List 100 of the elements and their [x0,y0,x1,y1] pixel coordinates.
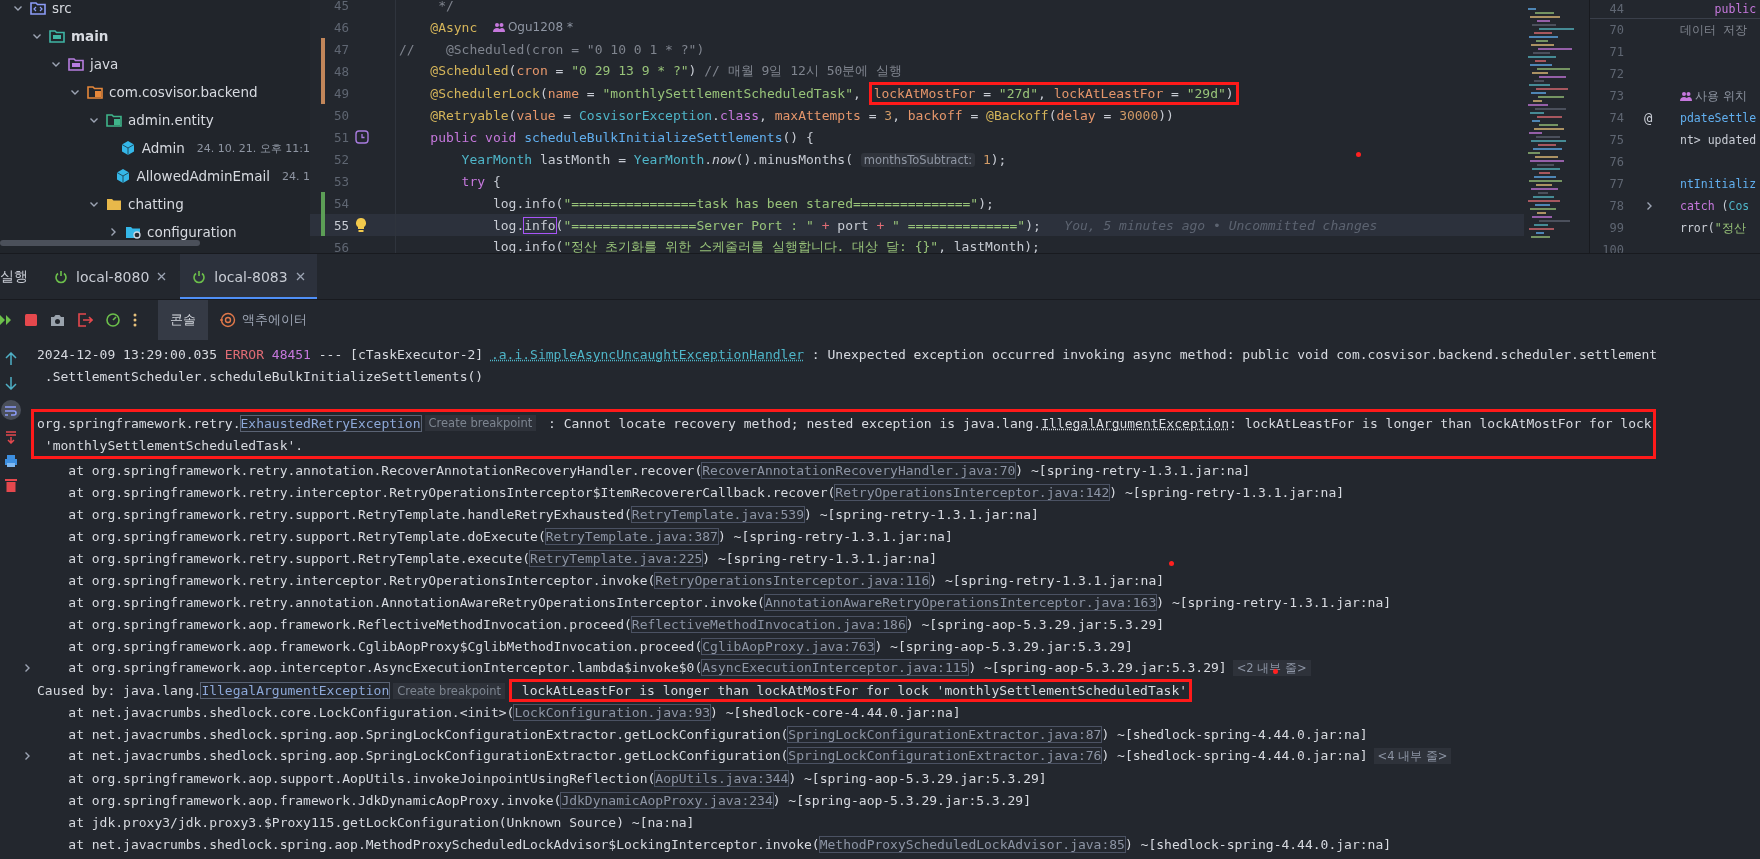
method-name: pdateSettle [1680,111,1757,125]
print-icon[interactable] [4,454,18,468]
log-text: at org.springframework.retry.annotation.RecoverAnnotationRecoveryHandler.recover( [67,462,703,478]
chevron-down-icon[interactable] [51,59,61,69]
tree-item[interactable]: Admin [141,140,185,156]
close-icon[interactable] [295,272,305,281]
file-link[interactable]: RecoverAnnotationRecoveryHandler.java:70 [702,462,1016,478]
chevron-right-icon[interactable] [22,663,32,673]
line-number: 99 [1608,221,1624,235]
tree-item[interactable]: admin.entity [128,112,214,128]
package-icon [87,85,103,99]
exit-icon[interactable] [78,313,93,327]
tree-item[interactable]: chatting [128,196,184,212]
file-link[interactable]: JdkDynamicAopProxy.java:234 [561,792,773,808]
tree-item[interactable]: main [71,28,109,44]
line-number: 45 [332,0,349,13]
code-text: , lastMonth); [938,239,1040,253]
folder-icon [49,29,65,43]
exception-link[interactable]: IllegalArgumentException [201,682,390,698]
file-link[interactable]: RetryOperationsInterceptor.java:142 [835,484,1110,500]
file-link[interactable]: SpringLockConfigurationExtractor.java:87 [788,726,1102,742]
rerun-icon[interactable] [0,315,12,325]
scroll-to-end-icon[interactable] [4,430,18,444]
annotation-text: @Scheduled [429,63,509,78]
cube-icon [119,140,136,156]
tree-item[interactable]: src [52,0,72,16]
file-link[interactable]: RetryOperationsInterceptor.java:116 [655,572,930,588]
annotation-text: @SchedulerLock [429,85,540,101]
tree-item[interactable]: java [90,56,119,72]
folded-lines-badge[interactable]: <4 내부 줄> [1373,748,1452,764]
run-tab[interactable]: local-8080 [42,254,179,299]
folded-lines-badge[interactable]: <2 내부 줄> [1232,660,1311,676]
console-tab[interactable]: 콘솔 [158,300,208,340]
close-icon[interactable] [157,272,167,281]
lightbulb-icon[interactable] [355,217,367,233]
file-link[interactable]: SpringLockConfigurationExtractor.java:76 [788,748,1102,763]
log-text: ) ~[spring-retry-1.3.1.jar:na] [717,528,953,544]
breakpoint-hint[interactable]: Create breakpoint [424,415,537,431]
file-link[interactable]: AsyncExecutionInterceptor.java:115 [702,660,969,675]
trash-icon[interactable] [5,478,17,492]
run-tab[interactable]: local-8083 [180,254,317,299]
exception-link[interactable]: ExhaustedRetryException [240,415,421,431]
code-text: ); [990,151,1007,167]
file-link[interactable]: AnnotationAwareRetryOperationsInterceptor.java:163 [764,594,1157,610]
log-text: at org.springframework.retry.support.RetryTemplate.doExecute( [67,528,546,544]
soft-wrap-icon[interactable] [1,400,21,420]
code-text: . [712,107,720,123]
file-link[interactable]: MethodProxyScheduledLockAdvisor.java:85 [819,836,1125,852]
gutter-mark[interactable]: @ [1644,110,1653,126]
clock-icon[interactable] [355,130,369,144]
type-name: YearMonth [633,151,705,167]
keyword-text: class [719,107,760,123]
file-link[interactable]: CglibAopProxy.java:763 [702,638,875,654]
log-text: ) ~[spring-aop-5.3.29.jar:5.3.29] [772,792,1031,808]
chevron-down-icon[interactable] [32,31,42,41]
file-link[interactable]: RetryTemplate.java:539 [631,506,804,522]
scrollbar[interactable] [0,240,200,246]
line-number: 54 [332,195,349,211]
chevron-down-icon[interactable] [13,3,23,13]
arrow-up-icon[interactable] [5,352,17,366]
file-link[interactable]: AopUtils.java:344 [655,770,789,786]
type-name: Cos [1728,199,1750,213]
chevron-down-icon[interactable] [70,87,80,97]
file-link[interactable]: LockConfiguration.java:93 [514,704,711,720]
code-text: ); [978,195,994,211]
annotation-text: @Async [429,19,479,35]
logger-link[interactable]: .a.i.SimpleAsyncUncaughtExceptionHandler [490,346,805,362]
chevron-down-icon[interactable] [89,115,99,125]
more-icon[interactable] [133,313,137,327]
console-tab[interactable]: 액추에이터 [208,300,319,340]
chevron-right-icon[interactable] [22,751,32,761]
gauge-icon[interactable] [106,313,120,327]
log-text: .SettlementScheduler.scheduleBulkInitializeSettlements() [43,368,484,384]
chevron-down-icon[interactable] [89,199,99,209]
tree-item[interactable]: com.cosvisor.backend [109,84,258,100]
chevron-right-icon[interactable] [1644,201,1654,211]
package-icon [106,113,122,127]
exception-name: IllegalArgumentException [1041,415,1230,431]
log-text: ) ~[spring-aop-5.3.29.jar:5.3.29] [874,638,1133,654]
code-text: rror( [1680,220,1715,235]
code-text: () { [782,129,814,145]
tree-item[interactable]: AllowedAdminEmail [136,168,270,184]
code-text: , [1038,85,1047,101]
log-text: ) ~[spring-aop-5.3.29.jar:5.3.29] [905,616,1165,632]
log-text: ) ~[shedlock-spring-4.44.0.jar:na] [1124,836,1392,852]
file-link[interactable]: RetryTemplate.java:225 [530,550,703,566]
tree-item[interactable]: configuration [147,224,237,240]
file-link[interactable]: ReflectiveMethodInvocation.java:186 [631,616,906,632]
code-text: , [759,107,768,123]
breakpoint-hint[interactable]: Create breakpoint [393,682,505,699]
arrow-down-icon[interactable] [5,376,17,390]
cube-icon [114,168,131,184]
camera-icon[interactable] [50,313,65,327]
code-text: ( [555,217,564,233]
line-number: 48 [332,63,349,79]
file-link[interactable]: RetryTemplate.java:387 [545,528,718,544]
log-text: ) ~[shedlock-core-4.44.0.jar:na] [710,704,961,720]
chevron-right-icon[interactable] [108,227,118,237]
dot-marker [1273,669,1278,674]
code-text: lastMonth = [538,151,627,167]
